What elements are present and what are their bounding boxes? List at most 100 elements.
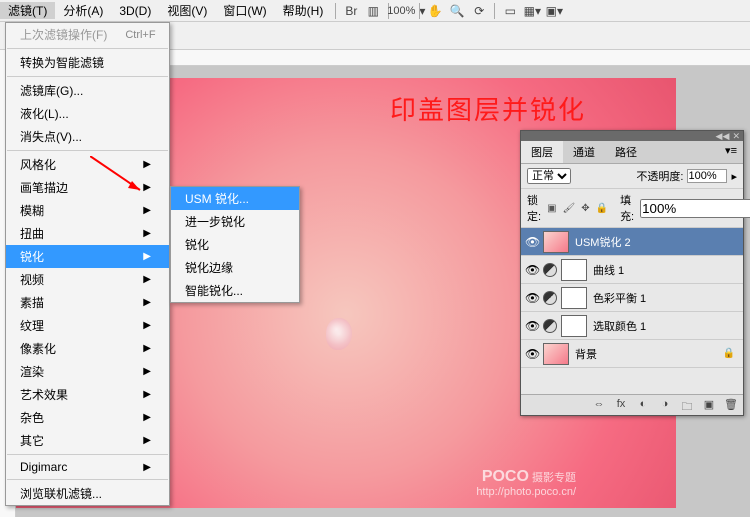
visibility-icon[interactable]: 👁 xyxy=(525,235,539,249)
lock-label: 锁定: xyxy=(527,192,541,224)
menu-digimarc[interactable]: Digimarc▶ xyxy=(6,457,169,477)
layer-name[interactable]: 曲线 1 xyxy=(591,262,739,278)
separator xyxy=(419,3,420,19)
lock-image-icon[interactable]: 🖌 xyxy=(563,203,576,214)
adjustment-icon xyxy=(543,263,557,277)
tab-layers[interactable]: 图层 xyxy=(521,141,563,163)
fill-input[interactable] xyxy=(640,199,750,218)
submenu-usm-sharpen[interactable]: USM 锐化... xyxy=(171,187,299,210)
separator xyxy=(494,3,495,19)
menu-3d[interactable]: 3D(D) xyxy=(111,4,159,18)
menu-sharpen[interactable]: 锐化▶ xyxy=(6,245,169,268)
layer-row[interactable]: 👁 曲线 1 xyxy=(521,256,743,284)
zoom-tool-icon[interactable]: 🔍 xyxy=(447,2,467,20)
submenu-sharpen-edges[interactable]: 锐化边缘 xyxy=(171,256,299,279)
lock-position-icon[interactable]: ✥ xyxy=(581,203,589,214)
menu-analysis[interactable]: 分析(A) xyxy=(55,2,111,19)
submenu-smart-sharpen[interactable]: 智能锐化... xyxy=(171,279,299,302)
layer-name[interactable]: 选取颜色 1 xyxy=(591,318,739,334)
menu-smart-filter[interactable]: 转换为智能滤镜 xyxy=(6,51,169,74)
visibility-icon[interactable]: 👁 xyxy=(525,263,539,277)
menu-help[interactable]: 帮助(H) xyxy=(275,2,332,19)
layer-name[interactable]: USM锐化 2 xyxy=(573,234,739,250)
chevron-right-icon[interactable]: ▸ xyxy=(731,170,737,183)
menu-vanishing-point[interactable]: 消失点(V)... xyxy=(6,125,169,148)
tab-channels[interactable]: 通道 xyxy=(563,141,605,163)
main-menubar: 滤镜(T) 分析(A) 3D(D) 视图(V) 窗口(W) 帮助(H) Br ▥… xyxy=(0,0,750,22)
hand-tool-icon[interactable]: ✋ xyxy=(425,2,445,20)
menu-artistic[interactable]: 艺术效果▶ xyxy=(6,383,169,406)
panel-menu-icon[interactable]: ▾≡ xyxy=(719,141,743,163)
layer-name[interactable]: 背景 xyxy=(573,346,719,362)
menu-stylize[interactable]: 风格化▶ xyxy=(6,153,169,176)
watermark: POCO 摄影专题 http://photo.poco.cn/ xyxy=(476,468,576,498)
layer-name[interactable]: 色彩平衡 1 xyxy=(591,290,739,306)
menu-texture[interactable]: 纹理▶ xyxy=(6,314,169,337)
layer-thumbnail[interactable] xyxy=(543,343,569,365)
zoom-level[interactable]: 100%▾ xyxy=(394,2,414,20)
visibility-icon[interactable]: 👁 xyxy=(525,347,539,361)
panel-tabs: 图层 通道 路径 ▾≡ xyxy=(521,141,743,164)
adjustment-layer-icon[interactable]: ◑ xyxy=(657,398,673,412)
film-strip-icon[interactable]: ▥ xyxy=(363,2,383,20)
layer-style-icon[interactable]: fx xyxy=(613,398,629,412)
menu-sketch[interactable]: 素描▶ xyxy=(6,291,169,314)
lock-all-icon[interactable]: 🔒 xyxy=(596,203,608,214)
close-icon[interactable]: ✕ xyxy=(732,131,740,142)
launch-bridge-icon[interactable]: Br xyxy=(341,2,361,20)
arrange-docs-icon[interactable]: ▦▾ xyxy=(522,2,542,20)
menu-filter-gallery[interactable]: 滤镜库(G)... xyxy=(6,79,169,102)
layer-row[interactable]: 👁 选取颜色 1 xyxy=(521,312,743,340)
divider xyxy=(7,76,168,77)
new-layer-icon[interactable]: ▣ xyxy=(701,398,717,412)
panel-titlebar[interactable]: ◀◀ ✕ xyxy=(521,131,743,141)
panel-footer: ⇔ fx ◐ ◑ 🗀 ▣ 🗑 xyxy=(521,394,743,415)
menu-brush-strokes[interactable]: 画笔描边▶ xyxy=(6,176,169,199)
opacity-input[interactable] xyxy=(687,169,727,183)
mask-thumbnail[interactable] xyxy=(561,315,587,337)
submenu-sharpen-more[interactable]: 进一步锐化 xyxy=(171,210,299,233)
collapse-icon[interactable]: ◀◀ xyxy=(716,131,730,142)
blend-mode-select[interactable]: 正常 xyxy=(527,168,571,184)
blend-opacity-row: 正常 不透明度: ▸ xyxy=(521,164,743,189)
menu-blur[interactable]: 模糊▶ xyxy=(6,199,169,222)
tab-paths[interactable]: 路径 xyxy=(605,141,647,163)
submenu-sharpen[interactable]: 锐化 xyxy=(171,233,299,256)
lock-transparent-icon[interactable]: ▣ xyxy=(547,203,556,214)
mask-thumbnail[interactable] xyxy=(561,259,587,281)
menu-render[interactable]: 渲染▶ xyxy=(6,360,169,383)
layer-row[interactable]: 👁 背景 🔒 xyxy=(521,340,743,368)
mask-thumbnail[interactable] xyxy=(561,287,587,309)
menu-window[interactable]: 窗口(W) xyxy=(215,2,274,19)
screen-mode-icon[interactable]: ▭ xyxy=(500,2,520,20)
divider xyxy=(7,479,168,480)
layer-row[interactable]: 👁 色彩平衡 1 xyxy=(521,284,743,312)
menu-pixelate[interactable]: 像素化▶ xyxy=(6,337,169,360)
menu-view[interactable]: 视图(V) xyxy=(159,2,215,19)
filter-dropdown: 上次滤镜操作(F)Ctrl+F 转换为智能滤镜 滤镜库(G)... 液化(L).… xyxy=(5,22,170,506)
layer-thumbnail[interactable] xyxy=(543,231,569,253)
menu-liquify[interactable]: 液化(L)... xyxy=(6,102,169,125)
menu-noise[interactable]: 杂色▶ xyxy=(6,406,169,429)
layer-row[interactable]: 👁 USM锐化 2 xyxy=(521,228,743,256)
group-icon[interactable]: 🗀 xyxy=(679,398,695,412)
menu-filter[interactable]: 滤镜(T) xyxy=(0,2,55,19)
menu-video[interactable]: 视频▶ xyxy=(6,268,169,291)
canvas-overlay-text: 印盖图层并锐化 xyxy=(390,90,586,127)
rotate-view-icon[interactable]: ⟳ xyxy=(469,2,489,20)
delete-layer-icon[interactable]: 🗑 xyxy=(723,398,739,412)
screen-mode2-icon[interactable]: ▣▾ xyxy=(544,2,564,20)
divider xyxy=(7,454,168,455)
menu-other[interactable]: 其它▶ xyxy=(6,429,169,452)
sharpen-submenu: USM 锐化... 进一步锐化 锐化 锐化边缘 智能锐化... xyxy=(170,186,300,303)
visibility-icon[interactable]: 👁 xyxy=(525,319,539,333)
opacity-label: 不透明度: xyxy=(636,168,683,184)
adjustment-icon xyxy=(543,319,557,333)
layer-mask-icon[interactable]: ◐ xyxy=(635,398,651,412)
link-layers-icon[interactable]: ⇔ xyxy=(591,398,607,412)
visibility-icon[interactable]: 👁 xyxy=(525,291,539,305)
menu-distort[interactable]: 扭曲▶ xyxy=(6,222,169,245)
layer-list: 👁 USM锐化 2 👁 曲线 1 👁 色彩平衡 1 👁 选取颜色 1 👁 背景 xyxy=(521,228,743,394)
fill-label: 填充: xyxy=(620,192,634,224)
menu-browse-filters[interactable]: 浏览联机滤镜... xyxy=(6,482,169,505)
